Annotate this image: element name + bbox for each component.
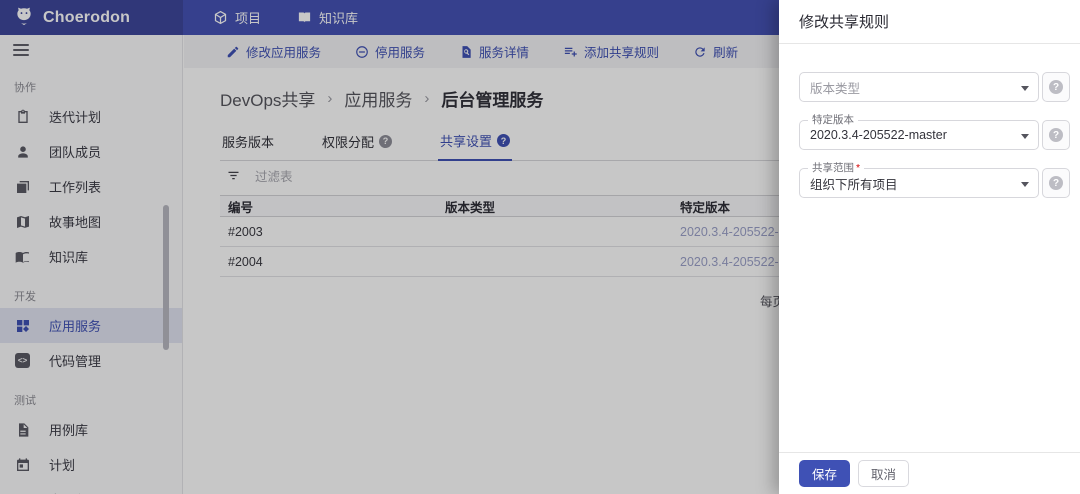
edit-share-rule-drawer: 修改共享规则 版本类型 ? 特定版本 2020.3.4-205522-maste… xyxy=(779,0,1080,494)
caret-down-icon xyxy=(1021,182,1029,187)
field-version-type: 版本类型 ? xyxy=(799,72,1070,102)
drawer-title: 修改共享规则 xyxy=(779,0,1080,44)
cancel-button[interactable]: 取消 xyxy=(858,460,909,487)
help-icon: ? xyxy=(1049,176,1063,190)
drawer-form: 版本类型 ? 特定版本 2020.3.4-205522-master ? 共享范… xyxy=(779,44,1080,198)
drawer-footer: 保存 取消 xyxy=(779,452,1080,494)
field-help-button[interactable]: ? xyxy=(1042,168,1070,198)
field-specific-version: 特定版本 2020.3.4-205522-master ? xyxy=(799,120,1070,150)
field-label: 特定版本 xyxy=(808,113,858,127)
save-button[interactable]: 保存 xyxy=(799,460,850,487)
field-help-button[interactable]: ? xyxy=(1042,120,1070,150)
select-value: 组织下所有项目 xyxy=(810,174,898,193)
version-type-select[interactable]: 版本类型 xyxy=(799,72,1039,102)
share-scope-select[interactable]: 共享范围* 组织下所有项目 xyxy=(799,168,1039,198)
select-placeholder: 版本类型 xyxy=(810,78,860,97)
caret-down-icon xyxy=(1021,86,1029,91)
select-value: 2020.3.4-205522-master xyxy=(810,128,947,142)
caret-down-icon xyxy=(1021,134,1029,139)
field-label: 共享范围* xyxy=(808,161,864,175)
help-icon: ? xyxy=(1049,128,1063,142)
field-share-scope: 共享范围* 组织下所有项目 ? xyxy=(799,168,1070,198)
specific-version-select[interactable]: 特定版本 2020.3.4-205522-master xyxy=(799,120,1039,150)
help-icon: ? xyxy=(1049,80,1063,94)
required-asterisk: * xyxy=(856,162,860,174)
field-help-button[interactable]: ? xyxy=(1042,72,1070,102)
